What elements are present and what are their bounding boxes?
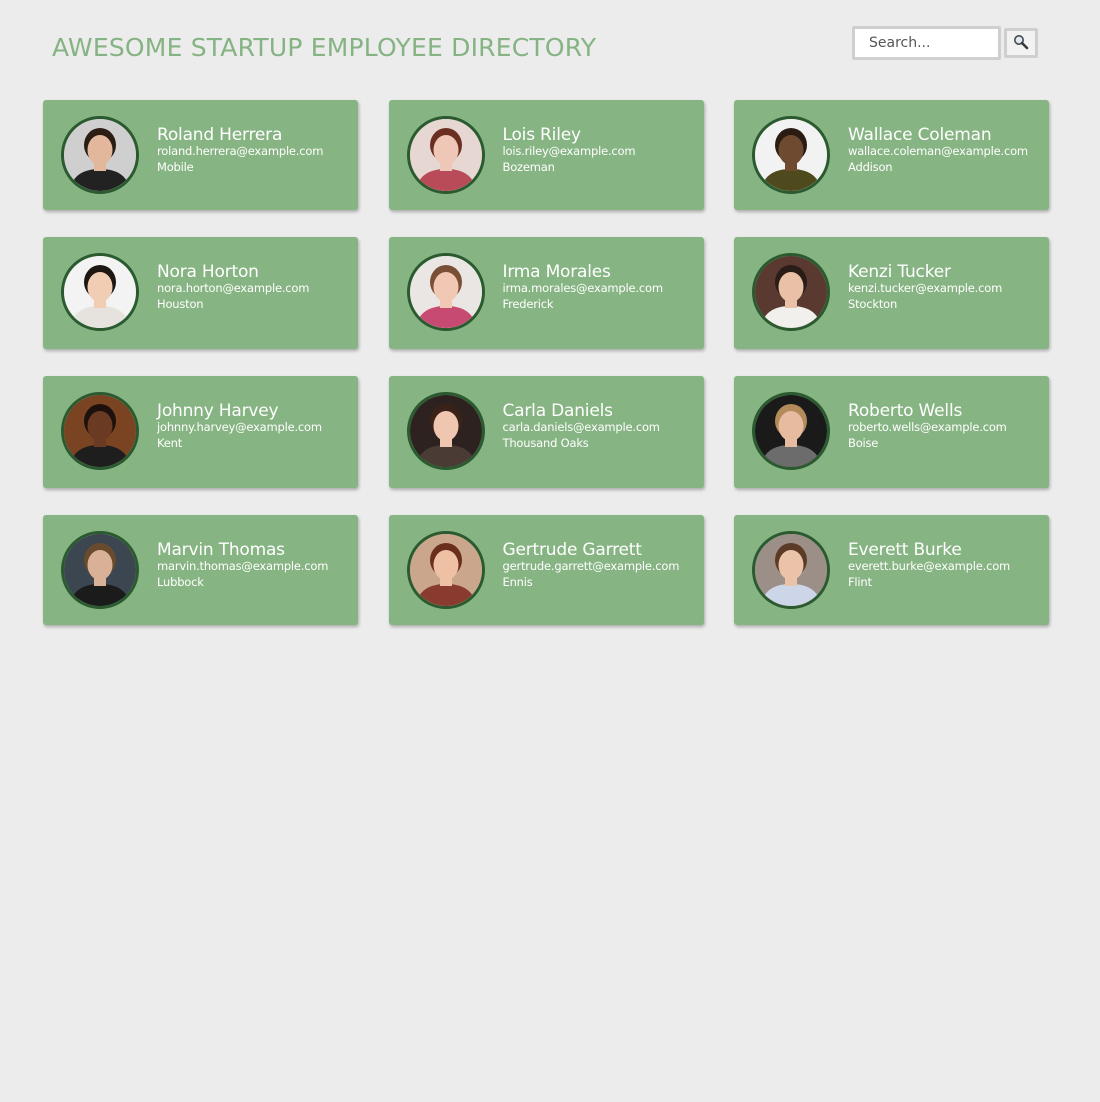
employee-card[interactable]: Everett Burke everett.burke@example.com … [734,515,1049,625]
employee-avatar [406,531,485,609]
avatar-portrait [409,395,482,467]
employee-name: Wallace Coleman [848,125,992,145]
employee-email: carla.daniels@example.com [502,420,661,434]
employee-city: Houston [157,297,204,311]
avatar-portrait [409,256,482,328]
employee-info: Nora Horton nora.horton@example.com Hous… [157,261,352,312]
employee-avatar [61,253,139,331]
employee-card[interactable]: Roland Herrera roland.herrera@example.co… [43,100,358,210]
employee-name: Marvin Thomas [157,540,285,560]
employee-city: Boise [848,436,879,450]
employee-name: Roberto Wells [848,401,963,421]
employee-name: Kenzi Tucker [848,262,951,282]
employee-info: Roberto Wells roberto.wells@example.com … [848,400,1043,451]
employee-city: Bozeman [502,160,555,174]
employee-info: Irma Morales irma.morales@example.com Fr… [503,261,698,312]
employee-city: Thousand Oaks [502,436,589,450]
employee-info: Marvin Thomas marvin.thomas@example.com … [157,539,352,590]
employee-avatar [752,116,830,194]
employee-email: gertrude.garrett@example.com [502,559,680,573]
employee-info: Everett Burke everett.burke@example.com … [848,539,1043,590]
employee-email: nora.horton@example.com [157,281,310,295]
employee-card[interactable]: Gertrude Garrett gertrude.garrett@exampl… [388,515,704,625]
employee-email: lois.riley@example.com [502,144,636,158]
page-title: AWESOME STARTUP EMPLOYEE DIRECTORY [52,33,597,62]
employee-card[interactable]: Roberto Wells roberto.wells@example.com … [734,376,1049,488]
employee-avatar [752,253,830,331]
employee-card[interactable]: Lois Riley lois.riley@example.com Bozema… [388,100,704,210]
employee-card[interactable]: Johnny Harvey johnny.harvey@example.com … [43,376,358,488]
employee-card[interactable]: Wallace Coleman wallace.coleman@example.… [734,100,1049,210]
search-form [852,26,1038,60]
avatar-portrait [64,534,136,606]
employee-name: Irma Morales [502,262,611,282]
avatar-portrait [755,395,827,467]
employee-email: roland.herrera@example.com [157,144,324,158]
employee-city: Lubbock [157,575,204,589]
directory-page: AWESOME STARTUP EMPLOYEE DIRECTORY Rolan [0,0,1100,1102]
employee-avatar [61,531,139,609]
employee-city: Addison [848,160,893,174]
employee-avatar [406,116,485,194]
avatar-portrait [64,119,136,191]
employee-avatar [406,392,485,470]
employee-gallery: Roland Herrera roland.herrera@example.co… [43,100,1049,625]
employee-city: Kent [157,436,183,450]
employee-email: kenzi.tucker@example.com [848,281,1003,295]
employee-email: wallace.coleman@example.com [848,144,1028,158]
employee-email: everett.burke@example.com [848,559,1011,573]
employee-info: Johnny Harvey johnny.harvey@example.com … [157,400,352,451]
magnifier-icon [1013,34,1029,53]
employee-name: Carla Daniels [502,401,613,421]
employee-info: Carla Daniels carla.daniels@example.com … [503,400,698,451]
employee-name: Lois Riley [502,125,582,145]
employee-info: Lois Riley lois.riley@example.com Bozema… [503,124,698,175]
employee-avatar [752,392,830,470]
employee-name: Roland Herrera [157,125,283,145]
avatar-portrait [409,534,482,606]
employee-city: Stockton [848,297,898,311]
search-input[interactable] [852,26,1001,60]
employee-email: roberto.wells@example.com [848,420,1007,434]
employee-info: Gertrude Garrett gertrude.garrett@exampl… [503,539,698,590]
avatar-portrait [755,256,827,328]
employee-city: Mobile [157,160,194,174]
employee-card[interactable]: Nora Horton nora.horton@example.com Hous… [43,237,358,349]
employee-card[interactable]: Irma Morales irma.morales@example.com Fr… [388,237,704,349]
avatar-portrait [755,119,827,191]
avatar-portrait [755,534,827,606]
employee-avatar [61,392,139,470]
employee-city: Ennis [502,575,533,589]
employee-name: Johnny Harvey [157,401,279,421]
employee-info: Roland Herrera roland.herrera@example.co… [157,124,352,175]
employee-avatar [406,253,485,331]
avatar-portrait [64,395,136,467]
search-button[interactable] [1004,28,1038,58]
employee-card[interactable]: Marvin Thomas marvin.thomas@example.com … [43,515,358,625]
employee-info: Wallace Coleman wallace.coleman@example.… [848,124,1043,175]
avatar-portrait [409,119,482,191]
employee-avatar [61,116,139,194]
employee-card[interactable]: Kenzi Tucker kenzi.tucker@example.com St… [734,237,1049,349]
employee-email: johnny.harvey@example.com [157,420,322,434]
employee-email: irma.morales@example.com [502,281,664,295]
employee-name: Everett Burke [848,540,962,560]
employee-name: Nora Horton [157,262,259,282]
employee-email: marvin.thomas@example.com [157,559,329,573]
employee-card[interactable]: Carla Daniels carla.daniels@example.com … [388,376,704,488]
avatar-portrait [64,256,136,328]
employee-info: Kenzi Tucker kenzi.tucker@example.com St… [848,261,1043,312]
employee-name: Gertrude Garrett [502,540,642,560]
employee-city: Frederick [502,297,554,311]
employee-avatar [752,531,830,609]
employee-city: Flint [848,575,872,589]
